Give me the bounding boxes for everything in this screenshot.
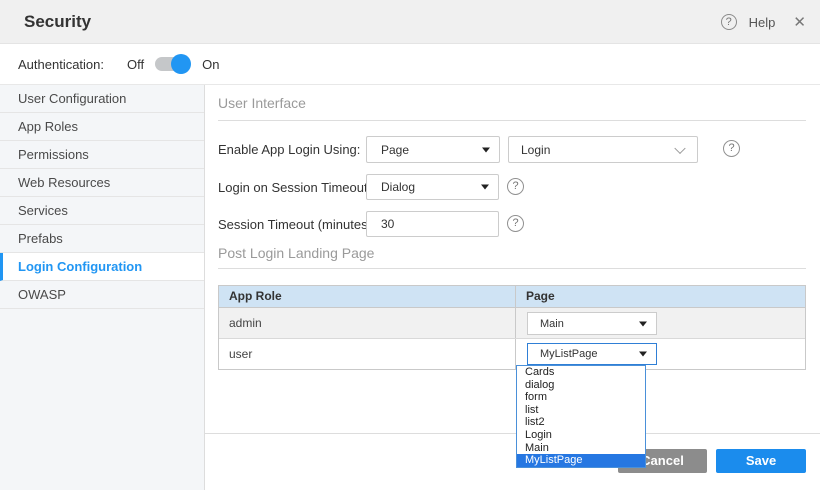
help-link[interactable]: Help xyxy=(749,15,776,30)
footer-divider xyxy=(205,433,820,434)
sidebar-item-login-configuration[interactable]: Login Configuration xyxy=(0,253,204,281)
section-divider xyxy=(218,268,806,269)
authentication-toggle[interactable] xyxy=(155,54,191,74)
user-interface-heading: User Interface xyxy=(218,95,306,111)
dropdown-option-cards[interactable]: Cards xyxy=(517,366,645,379)
sidebar-item-prefabs[interactable]: Prefabs xyxy=(0,225,204,253)
dropdown-option-list2[interactable]: list2 xyxy=(517,416,645,429)
timeout-mode-value: Dialog xyxy=(381,180,415,194)
session-timeout-help-icon[interactable]: ? xyxy=(507,215,524,232)
authentication-label: Authentication: xyxy=(18,57,113,72)
help-icon[interactable]: ? xyxy=(721,14,737,30)
login-on-timeout-label: Login on Session Timeout: xyxy=(218,180,371,195)
table-row: user MyListPage xyxy=(219,339,805,369)
user-page-select[interactable]: MyListPage xyxy=(527,343,657,365)
caret-down-icon xyxy=(481,185,489,190)
dialog-header: Security ? Help ✕ xyxy=(0,0,820,44)
toggle-knob xyxy=(171,54,191,74)
main-content: User Interface Enable App Login Using: P… xyxy=(205,85,820,490)
sidebar-item-user-configuration[interactable]: User Configuration xyxy=(0,85,204,113)
close-icon[interactable]: ✕ xyxy=(793,13,806,31)
sidebar: User Configuration App Roles Permissions… xyxy=(0,85,205,490)
sidebar-item-app-roles[interactable]: App Roles xyxy=(0,113,204,141)
sidebar-item-owasp[interactable]: OWASP xyxy=(0,281,204,309)
session-timeout-input[interactable] xyxy=(366,211,499,237)
login-type-value: Page xyxy=(381,143,409,157)
user-page-value: MyListPage xyxy=(540,348,597,360)
post-login-heading: Post Login Landing Page xyxy=(218,245,374,261)
save-button[interactable]: Save xyxy=(716,449,806,473)
login-page-select[interactable]: Login xyxy=(508,136,698,163)
column-header-page: Page xyxy=(516,286,805,307)
dropdown-option-main[interactable]: Main xyxy=(517,442,645,455)
admin-page-value: Main xyxy=(540,318,564,330)
table-row: admin Main xyxy=(219,308,805,339)
session-timeout-label: Session Timeout (minutes): xyxy=(218,217,376,232)
dropdown-option-login[interactable]: Login xyxy=(517,429,645,442)
section-divider xyxy=(218,120,806,121)
post-login-table: App Role Page admin Main user MyListPage xyxy=(218,285,806,370)
caret-down-icon xyxy=(639,352,647,357)
page-cell: Main xyxy=(516,308,805,338)
dropdown-option-list[interactable]: list xyxy=(517,404,645,417)
toggle-off-label: Off xyxy=(127,57,144,72)
page-title: Security xyxy=(24,12,91,32)
dropdown-option-form[interactable]: form xyxy=(517,391,645,404)
caret-down-icon xyxy=(482,147,490,152)
table-header-row: App Role Page xyxy=(219,286,805,308)
login-type-select[interactable]: Page xyxy=(366,136,500,163)
enable-app-login-help-icon[interactable]: ? xyxy=(723,140,740,157)
column-header-app-role: App Role xyxy=(219,286,516,307)
authentication-bar: Authentication: Off On xyxy=(0,44,820,85)
sidebar-item-permissions[interactable]: Permissions xyxy=(0,141,204,169)
login-on-timeout-help-icon[interactable]: ? xyxy=(507,178,524,195)
dropdown-option-dialog[interactable]: dialog xyxy=(517,379,645,392)
login-page-value: Login xyxy=(521,143,550,157)
caret-down-icon xyxy=(639,321,647,326)
chevron-down-icon xyxy=(674,142,685,153)
timeout-mode-select[interactable]: Dialog xyxy=(366,174,499,200)
dropdown-option-mylistpage[interactable]: MyListPage xyxy=(517,454,645,467)
admin-page-select[interactable]: Main xyxy=(527,312,657,335)
app-role-cell: admin xyxy=(219,308,516,338)
page-dropdown-list: Cards dialog form list list2 Login Main … xyxy=(516,365,646,468)
sidebar-item-services[interactable]: Services xyxy=(0,197,204,225)
enable-app-login-label: Enable App Login Using: xyxy=(218,142,360,157)
app-role-cell: user xyxy=(219,339,516,369)
toggle-on-label: On xyxy=(202,57,219,72)
sidebar-item-web-resources[interactable]: Web Resources xyxy=(0,169,204,197)
